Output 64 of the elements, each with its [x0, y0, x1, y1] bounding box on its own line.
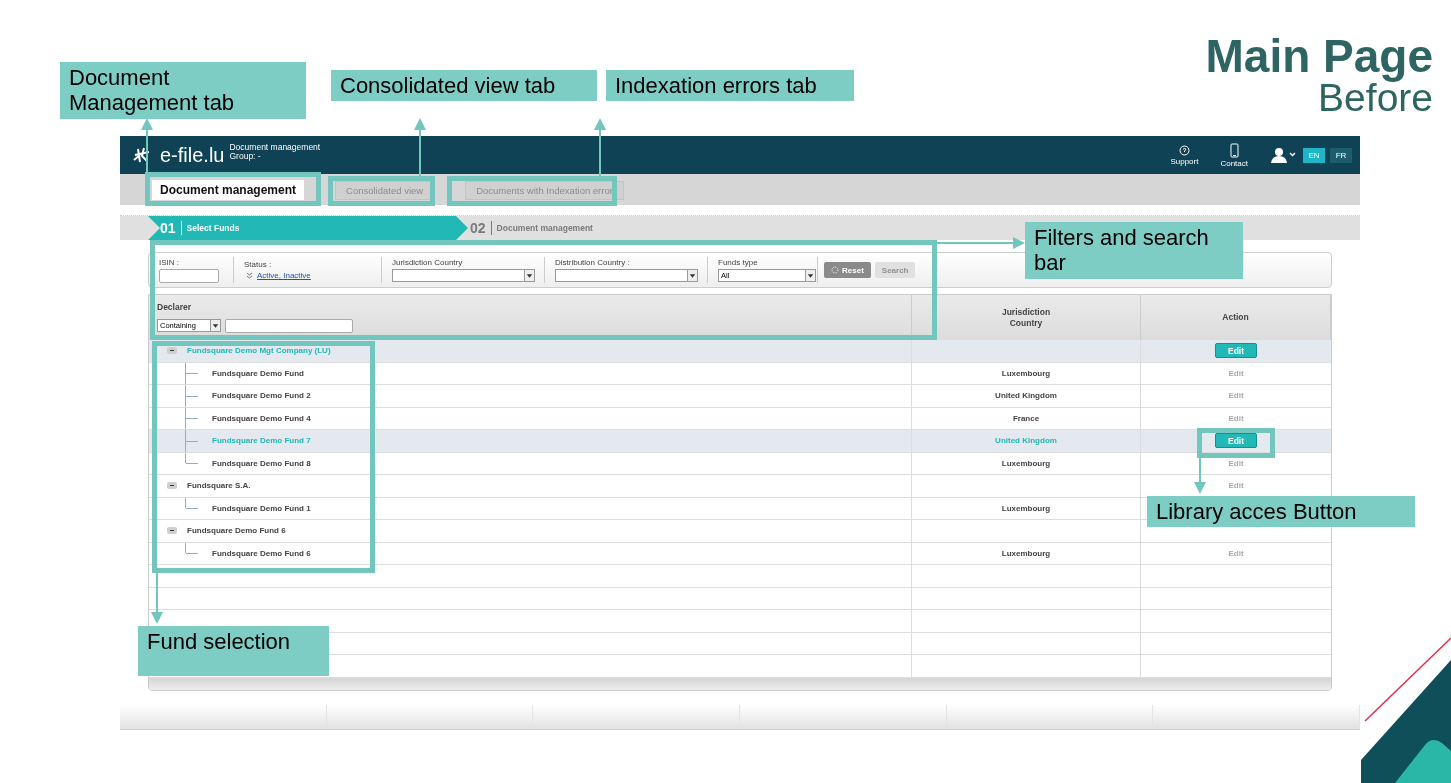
declarer-name: Fundsquare Demo Fund 8	[212, 458, 311, 468]
declarer-name: Fundsquare Demo Mgt Company (LU)	[187, 346, 331, 356]
callout-label: Consolidated view tab	[331, 70, 597, 102]
leader-line	[414, 118, 426, 177]
declarer-name: Fundsquare Demo Fund 6	[187, 526, 286, 536]
phone-icon	[1229, 142, 1239, 158]
status-link[interactable]: Active, Inactive	[257, 271, 311, 280]
tree-row[interactable]: Fundsquare Demo Fund 6	[149, 542, 912, 565]
declarer-name: Fundsquare Demo Fund	[212, 368, 304, 378]
help-icon	[1178, 144, 1190, 156]
leader-line	[594, 118, 606, 177]
field-label: Distribution Country :	[555, 258, 631, 267]
declarer-name: Fundsquare S.A.	[187, 481, 251, 491]
refresh-icon	[831, 266, 839, 274]
jurisdiction-select[interactable]	[392, 269, 535, 282]
user-icon[interactable]	[1270, 147, 1298, 163]
nav-link[interactable]: Support	[1170, 144, 1199, 166]
leader-line	[141, 118, 153, 173]
header-subtitle: Document management	[229, 142, 321, 152]
tree-row[interactable]: Fundsquare Demo Fund 8	[149, 452, 912, 475]
field-label: Funds type	[718, 258, 759, 267]
table-cell: United Kingdom	[912, 385, 1141, 408]
declarer-name: Fundsquare Demo Fund 1	[212, 503, 311, 513]
header-subtitle: Group: -	[229, 152, 262, 162]
leader-line	[1194, 457, 1206, 494]
table-cell: United Kingdom	[912, 430, 1141, 453]
declarer-filter-field[interactable]	[225, 318, 353, 333]
field-label: Status :	[244, 260, 273, 269]
collapse-icon[interactable]	[167, 527, 177, 535]
table-cell: Luxembourg	[912, 362, 1141, 385]
table-cell: Luxembourg	[912, 542, 1141, 565]
field-label: ISIN :	[159, 257, 180, 267]
collapse-icon[interactable]	[167, 347, 177, 355]
tree-row[interactable]: Fundsquare Demo Fund 6	[149, 520, 912, 543]
callout-label: Document Management tab	[60, 62, 306, 119]
declarer-name: Fundsquare Demo Fund 7	[212, 436, 311, 446]
tree-row[interactable]: Fundsquare Demo Fund 2	[149, 385, 912, 408]
callout-label: Indexation errors tab	[606, 70, 854, 102]
callout-label: Filters and search bar	[1025, 222, 1243, 279]
wizard-step: 01 Select Funds	[148, 216, 468, 240]
leader-line	[151, 572, 163, 624]
column-title: Declarer	[157, 302, 192, 313]
column-title: Action	[1222, 312, 1249, 323]
column-title: Jurisdiction Country	[1000, 307, 1052, 328]
tab[interactable]: Document management	[152, 179, 305, 200]
tree-row[interactable]: Fundsquare S.A.	[149, 475, 912, 498]
collapse-icon[interactable]	[167, 482, 177, 490]
tree-row[interactable]: Fundsquare Demo Fund 1	[149, 497, 912, 520]
logo-text: e-file.lu	[160, 143, 225, 167]
language-button[interactable]: FR	[1330, 147, 1352, 163]
callout-label: Fund selection	[138, 626, 329, 676]
field-label: Jurisdiction Country	[392, 258, 464, 267]
isin-field[interactable]	[159, 268, 219, 283]
distribution-select[interactable]	[555, 269, 698, 282]
nav-link[interactable]: Contact	[1220, 142, 1248, 168]
declarer-name: Fundsquare Demo Fund 2	[212, 391, 311, 401]
declarer-name: Fundsquare Demo Fund 6	[212, 548, 311, 558]
expand-icon	[246, 272, 253, 279]
table-cell: Luxembourg	[912, 452, 1141, 475]
table-cell: Luxembourg	[912, 497, 1141, 520]
callout-label: Library acces Button	[1147, 496, 1415, 528]
declarer-name: Fundsquare Demo Fund 4	[212, 413, 311, 423]
tree-row[interactable]: Fundsquare Demo Fund	[149, 362, 912, 385]
logo-icon	[132, 146, 152, 164]
